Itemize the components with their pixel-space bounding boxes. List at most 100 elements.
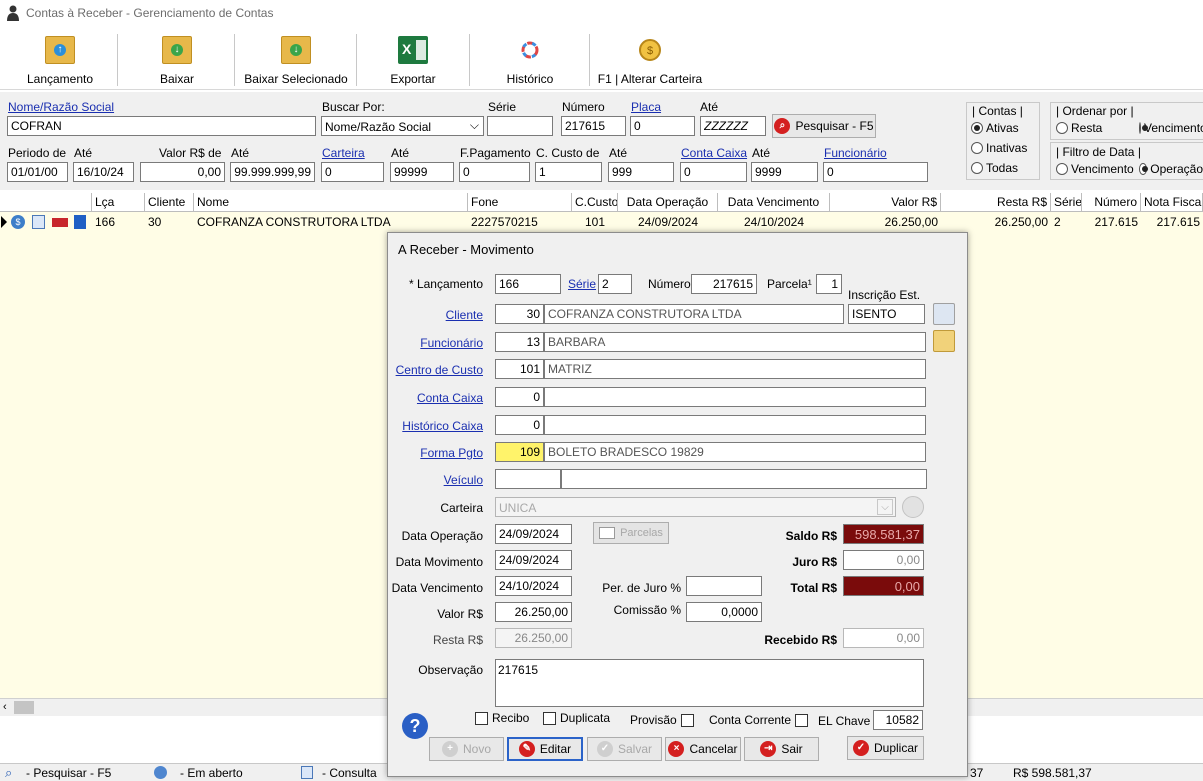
- numero-input[interactable]: [691, 274, 757, 294]
- add-client-icon[interactable]: [933, 303, 955, 325]
- document-icon[interactable]: [74, 215, 86, 229]
- ccusto-code-input[interactable]: [495, 359, 544, 379]
- contas-ativas-radio[interactable]: Ativas: [971, 121, 1019, 135]
- fpag-input[interactable]: [459, 162, 530, 182]
- money-icon[interactable]: $: [11, 215, 25, 229]
- periodo-input[interactable]: [7, 162, 68, 182]
- funcionario-input[interactable]: [823, 162, 928, 182]
- duplicata-checkbox[interactable]: Duplicata: [543, 711, 610, 725]
- funcionario-code-input[interactable]: [495, 332, 544, 352]
- sair-button[interactable]: ⇥ Sair: [744, 737, 819, 761]
- grid-header-cliente[interactable]: Cliente: [145, 193, 194, 212]
- funcionario-name-input[interactable]: [544, 332, 926, 352]
- novo-button[interactable]: + Novo: [429, 737, 504, 761]
- serie-input[interactable]: [598, 274, 632, 294]
- placa-label[interactable]: Placa: [631, 100, 661, 114]
- carteira-select[interactable]: UNICA ⌵: [495, 497, 896, 517]
- data-venc-input[interactable]: [495, 576, 572, 596]
- historico-name-input[interactable]: [544, 415, 926, 435]
- ccusto-label[interactable]: Centro de Custo: [396, 363, 483, 377]
- ordenar-vencimento-radio[interactable]: Vencimento: [1139, 121, 1203, 135]
- valor-input[interactable]: [140, 162, 225, 182]
- preview-icon[interactable]: [32, 215, 45, 229]
- card-icon[interactable]: [52, 218, 68, 227]
- forma-code-input[interactable]: [495, 442, 544, 462]
- alterar-carteira-button[interactable]: $ F1 | Alterar Carteira: [594, 30, 706, 90]
- contas-todas-radio[interactable]: Todas: [971, 161, 1018, 175]
- perjuro-input[interactable]: [686, 576, 762, 596]
- grid-header-data-operacao[interactable]: Data Operação: [618, 193, 718, 212]
- ate-ccusto-input[interactable]: [608, 162, 674, 182]
- lock-icon[interactable]: [933, 330, 955, 352]
- ordenar-resta-radio[interactable]: Resta: [1056, 121, 1102, 135]
- filtro-vencimento-radio[interactable]: Vencimento: [1056, 162, 1134, 176]
- help-icon[interactable]: ?: [402, 713, 428, 739]
- trash-icon[interactable]: [902, 496, 924, 518]
- contacaixa-input[interactable]: [680, 162, 747, 182]
- serie-input[interactable]: [487, 116, 553, 136]
- lancamento-input[interactable]: [495, 274, 561, 294]
- comissao-input[interactable]: [686, 602, 762, 622]
- salvar-button[interactable]: ✓ Salvar: [587, 737, 662, 761]
- ate-periodo-input[interactable]: [73, 162, 134, 182]
- scroll-left-icon[interactable]: ‹: [3, 701, 7, 713]
- grid-header-data-vencimento[interactable]: Data Vencimento: [718, 193, 830, 212]
- ate-valor-input[interactable]: [230, 162, 315, 182]
- filtro-operacao-radio[interactable]: Operação: [1139, 162, 1203, 176]
- provisao-checkbox[interactable]: Provisão: [630, 713, 694, 727]
- baixar-selecionado-button[interactable]: ↓ Baixar Selecionado: [240, 30, 352, 90]
- ate-placa-input[interactable]: [700, 116, 766, 136]
- serie-label[interactable]: Série: [568, 277, 596, 291]
- funcionario-label[interactable]: Funcionário: [824, 146, 887, 160]
- parcela-input[interactable]: [816, 274, 842, 294]
- lancamento-button[interactable]: ↑ Lançamento: [20, 30, 100, 90]
- contacaixa-label[interactable]: Conta Caixa: [417, 391, 483, 405]
- ccusto-name-input[interactable]: [544, 359, 926, 379]
- grid-header-nome[interactable]: Nome: [194, 193, 468, 212]
- veiculo-label[interactable]: Veículo: [444, 473, 483, 487]
- placa-input[interactable]: [630, 116, 695, 136]
- cliente-label[interactable]: Cliente: [446, 308, 483, 322]
- nome-input[interactable]: [7, 116, 316, 136]
- pesquisar-button[interactable]: ⌕ Pesquisar - F5: [772, 114, 876, 138]
- ate-contacaixa-input[interactable]: [751, 162, 818, 182]
- contacaixa-code-input[interactable]: [495, 387, 544, 407]
- cliente-code-input[interactable]: [495, 304, 544, 324]
- cliente-name-input[interactable]: [544, 304, 844, 324]
- editar-button[interactable]: ✎ Editar: [507, 737, 583, 761]
- scroll-thumb[interactable]: [14, 701, 34, 714]
- obs-textarea[interactable]: 217615: [495, 659, 924, 707]
- carteira-input[interactable]: [321, 162, 384, 182]
- ate-carteira-input[interactable]: [390, 162, 454, 182]
- duplicar-button[interactable]: ✓ Duplicar: [847, 736, 924, 760]
- recibo-checkbox[interactable]: Recibo: [475, 711, 529, 725]
- veiculo-name-input[interactable]: [561, 469, 927, 489]
- grid-header-fone[interactable]: Fone: [468, 193, 572, 212]
- juro-input[interactable]: [843, 550, 924, 570]
- carteira-label[interactable]: Carteira: [322, 146, 365, 160]
- numero-input[interactable]: [561, 116, 626, 136]
- table-row[interactable]: $ 166 30 COFRANZA CONSTRUTORA LTDA 22275…: [0, 213, 1203, 231]
- historico-code-input[interactable]: [495, 415, 544, 435]
- data-oper-input[interactable]: [495, 524, 572, 544]
- grid-header-numero[interactable]: Número: [1082, 193, 1141, 212]
- grid-header-resta[interactable]: Resta R$: [941, 193, 1051, 212]
- historico-button[interactable]: Histórico: [490, 30, 570, 90]
- grid-header-lca[interactable]: Lça: [92, 193, 145, 212]
- funcionario-label[interactable]: Funcionário: [420, 336, 483, 350]
- forma-name-input[interactable]: [544, 442, 926, 462]
- conta-corrente-checkbox[interactable]: Conta Corrente: [709, 713, 809, 727]
- cancelar-button[interactable]: × Cancelar: [665, 737, 741, 761]
- forma-label[interactable]: Forma Pgto: [420, 446, 483, 460]
- historico-label[interactable]: Histórico Caixa: [402, 419, 483, 433]
- ccusto-input[interactable]: [535, 162, 602, 182]
- grid-header-ccusto[interactable]: C.Custo: [572, 193, 618, 212]
- grid-header-serie[interactable]: Série: [1051, 193, 1082, 212]
- grid-header-nota-fiscal[interactable]: Nota Fiscal: [1141, 193, 1203, 212]
- valor-input[interactable]: [495, 602, 572, 622]
- buscar-select[interactable]: Nome/Razão Social ⌵: [321, 116, 484, 136]
- veiculo-code-input[interactable]: [495, 469, 561, 489]
- inscricao-input[interactable]: [848, 304, 925, 324]
- parcelas-button[interactable]: Parcelas: [593, 522, 669, 544]
- nome-label[interactable]: Nome/Razão Social: [8, 100, 114, 114]
